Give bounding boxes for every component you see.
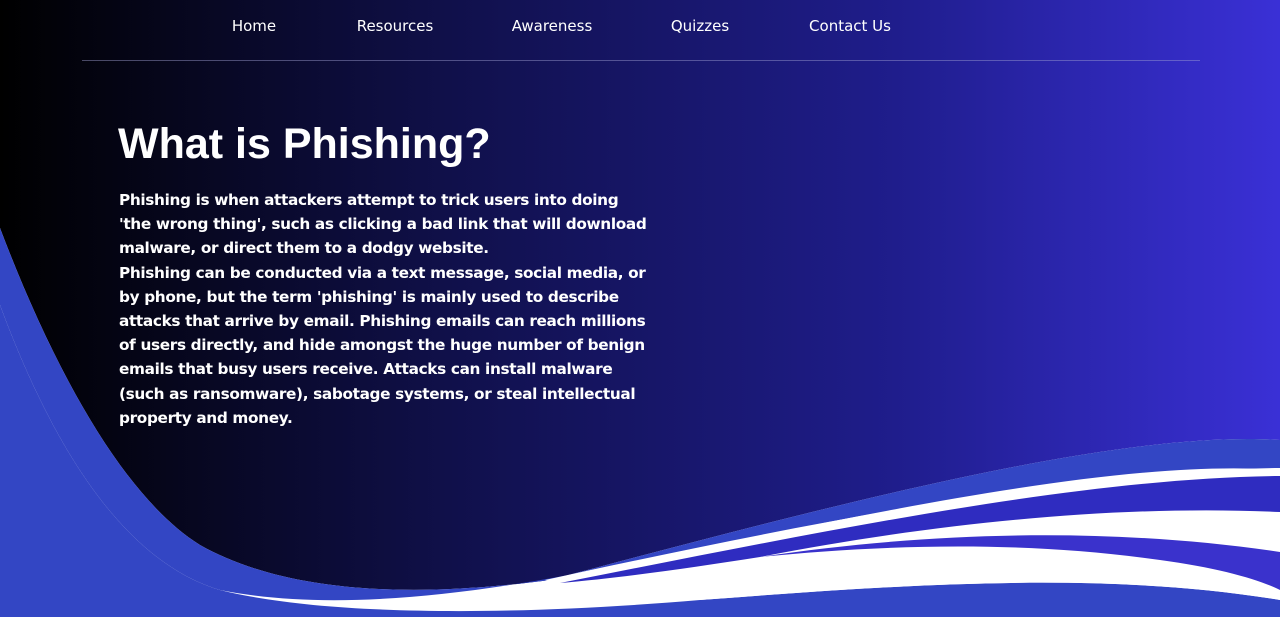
nav-link-contact-us[interactable]: Contact Us — [809, 17, 891, 35]
nav-link-awareness[interactable]: Awareness — [512, 17, 593, 35]
nav-link-resources[interactable]: Resources — [357, 17, 434, 35]
top-navigation: Home Resources Awareness Quizzes Contact… — [0, 0, 1280, 52]
hero-paragraph-details: Phishing can be conducted via a text mes… — [119, 263, 646, 427]
hero-paragraph-intro: Phishing is when attackers attempt to tr… — [119, 191, 647, 258]
hero-description: Phishing is when attackers attempt to tr… — [119, 188, 647, 430]
page-title: What is Phishing? — [118, 120, 491, 168]
nav-link-quizzes[interactable]: Quizzes — [671, 17, 729, 35]
nav-link-home[interactable]: Home — [232, 17, 276, 35]
nav-divider — [82, 60, 1200, 61]
